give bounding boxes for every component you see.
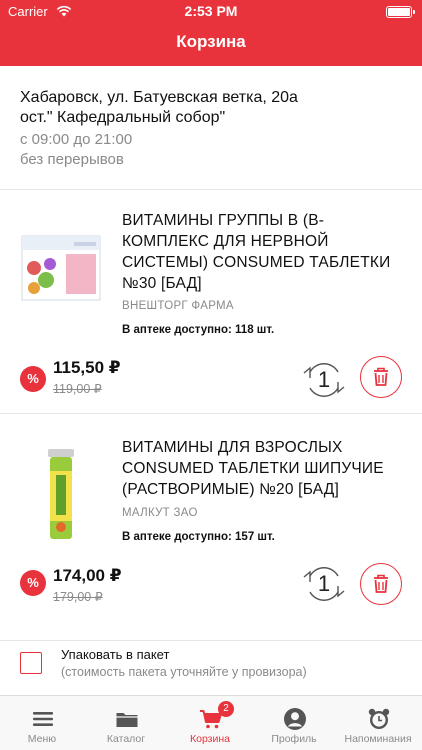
- delete-button[interactable]: [360, 356, 402, 398]
- opening-hours: с 09:00 до 21:00: [20, 131, 133, 148]
- tab-menu[interactable]: Меню: [0, 696, 84, 750]
- tab-label: Профиль: [271, 733, 317, 745]
- tab-label: Меню: [27, 733, 57, 745]
- product-maker: МАЛКУТ ЗАО: [122, 507, 198, 519]
- status-time: 2:53 PM: [184, 3, 238, 19]
- discount-icon: %: [20, 570, 46, 596]
- address-line-1: Хабаровск, ул. Батуевская ветка, 20а: [20, 89, 298, 106]
- trash-icon: [373, 367, 388, 386]
- old-price: 179,00 ₽: [53, 590, 103, 604]
- address-line-2: ост." Кафедральный собор": [20, 109, 226, 126]
- quantity-value: 1: [317, 367, 331, 392]
- discount-icon: %: [20, 366, 46, 392]
- folder-icon: [116, 713, 138, 727]
- header-bar: Carrier 2:53 PM Корзина: [0, 0, 422, 66]
- alarm-clock-icon: [368, 708, 390, 729]
- stock-info: В аптеке доступно: 157 шт.: [122, 531, 275, 543]
- tab-cart[interactable]: 2 Корзина: [168, 696, 252, 750]
- delete-button[interactable]: [360, 563, 402, 605]
- quantity-stepper[interactable]: 1: [300, 560, 348, 608]
- tab-bar: Меню Каталог 2 Корзина Профиль Напоминан…: [0, 695, 422, 750]
- price: 115,50 ₽: [53, 358, 121, 377]
- cart-item: ВИТАМИНЫ ГРУППЫ В (В-КОМПЛЕКС ДЛЯ НЕРВНО…: [0, 190, 422, 414]
- profile-icon: [284, 708, 306, 730]
- cart-count-badge: 2: [218, 701, 234, 717]
- product-name[interactable]: ВИТАМИНЫ ГРУППЫ В (В-КОМПЛЕКС ДЛЯ НЕРВНО…: [122, 210, 407, 294]
- page-title: Корзина: [176, 32, 246, 51]
- product-image: [48, 449, 74, 539]
- battery-icon: [386, 6, 415, 18]
- tab-reminders[interactable]: Напоминания: [336, 696, 420, 750]
- stock-info: В аптеке доступно: 118 шт.: [122, 324, 275, 336]
- product-image: [21, 235, 101, 301]
- product-maker: ВНЕШТОРГ ФАРМА: [122, 300, 234, 312]
- tab-catalog[interactable]: Каталог: [84, 696, 168, 750]
- quantity-stepper[interactable]: 1: [300, 356, 348, 404]
- break-info: без перерывов: [20, 151, 124, 168]
- price: 174,00 ₽: [53, 566, 122, 585]
- pack-option[interactable]: Упаковать в пакет (стоимость пакета уточ…: [0, 641, 422, 695]
- tab-label: Напоминания: [344, 733, 412, 745]
- product-name[interactable]: ВИТАМИНЫ ДЛЯ ВЗРОСЛЫХ CONSUMED ТАБЛЕТКИ …: [122, 437, 407, 500]
- tab-label: Каталог: [106, 733, 146, 745]
- menu-icon: [33, 712, 53, 726]
- pharmacy-address[interactable]: Хабаровск, ул. Батуевская ветка, 20а ост…: [0, 66, 422, 190]
- pack-label: Упаковать в пакет: [61, 647, 170, 662]
- pack-checkbox[interactable]: [20, 652, 42, 674]
- cart-item: ВИТАМИНЫ ДЛЯ ВЗРОСЛЫХ CONSUMED ТАБЛЕТКИ …: [0, 417, 422, 641]
- trash-icon: [373, 574, 388, 593]
- pack-note: (стоимость пакета уточняйте у провизора): [61, 665, 307, 679]
- tab-profile[interactable]: Профиль: [252, 696, 336, 750]
- quantity-value: 1: [317, 571, 331, 596]
- old-price: 119,00 ₽: [53, 382, 102, 396]
- status-bar: Carrier 2:53 PM: [0, 0, 422, 24]
- tab-label: Корзина: [190, 733, 230, 745]
